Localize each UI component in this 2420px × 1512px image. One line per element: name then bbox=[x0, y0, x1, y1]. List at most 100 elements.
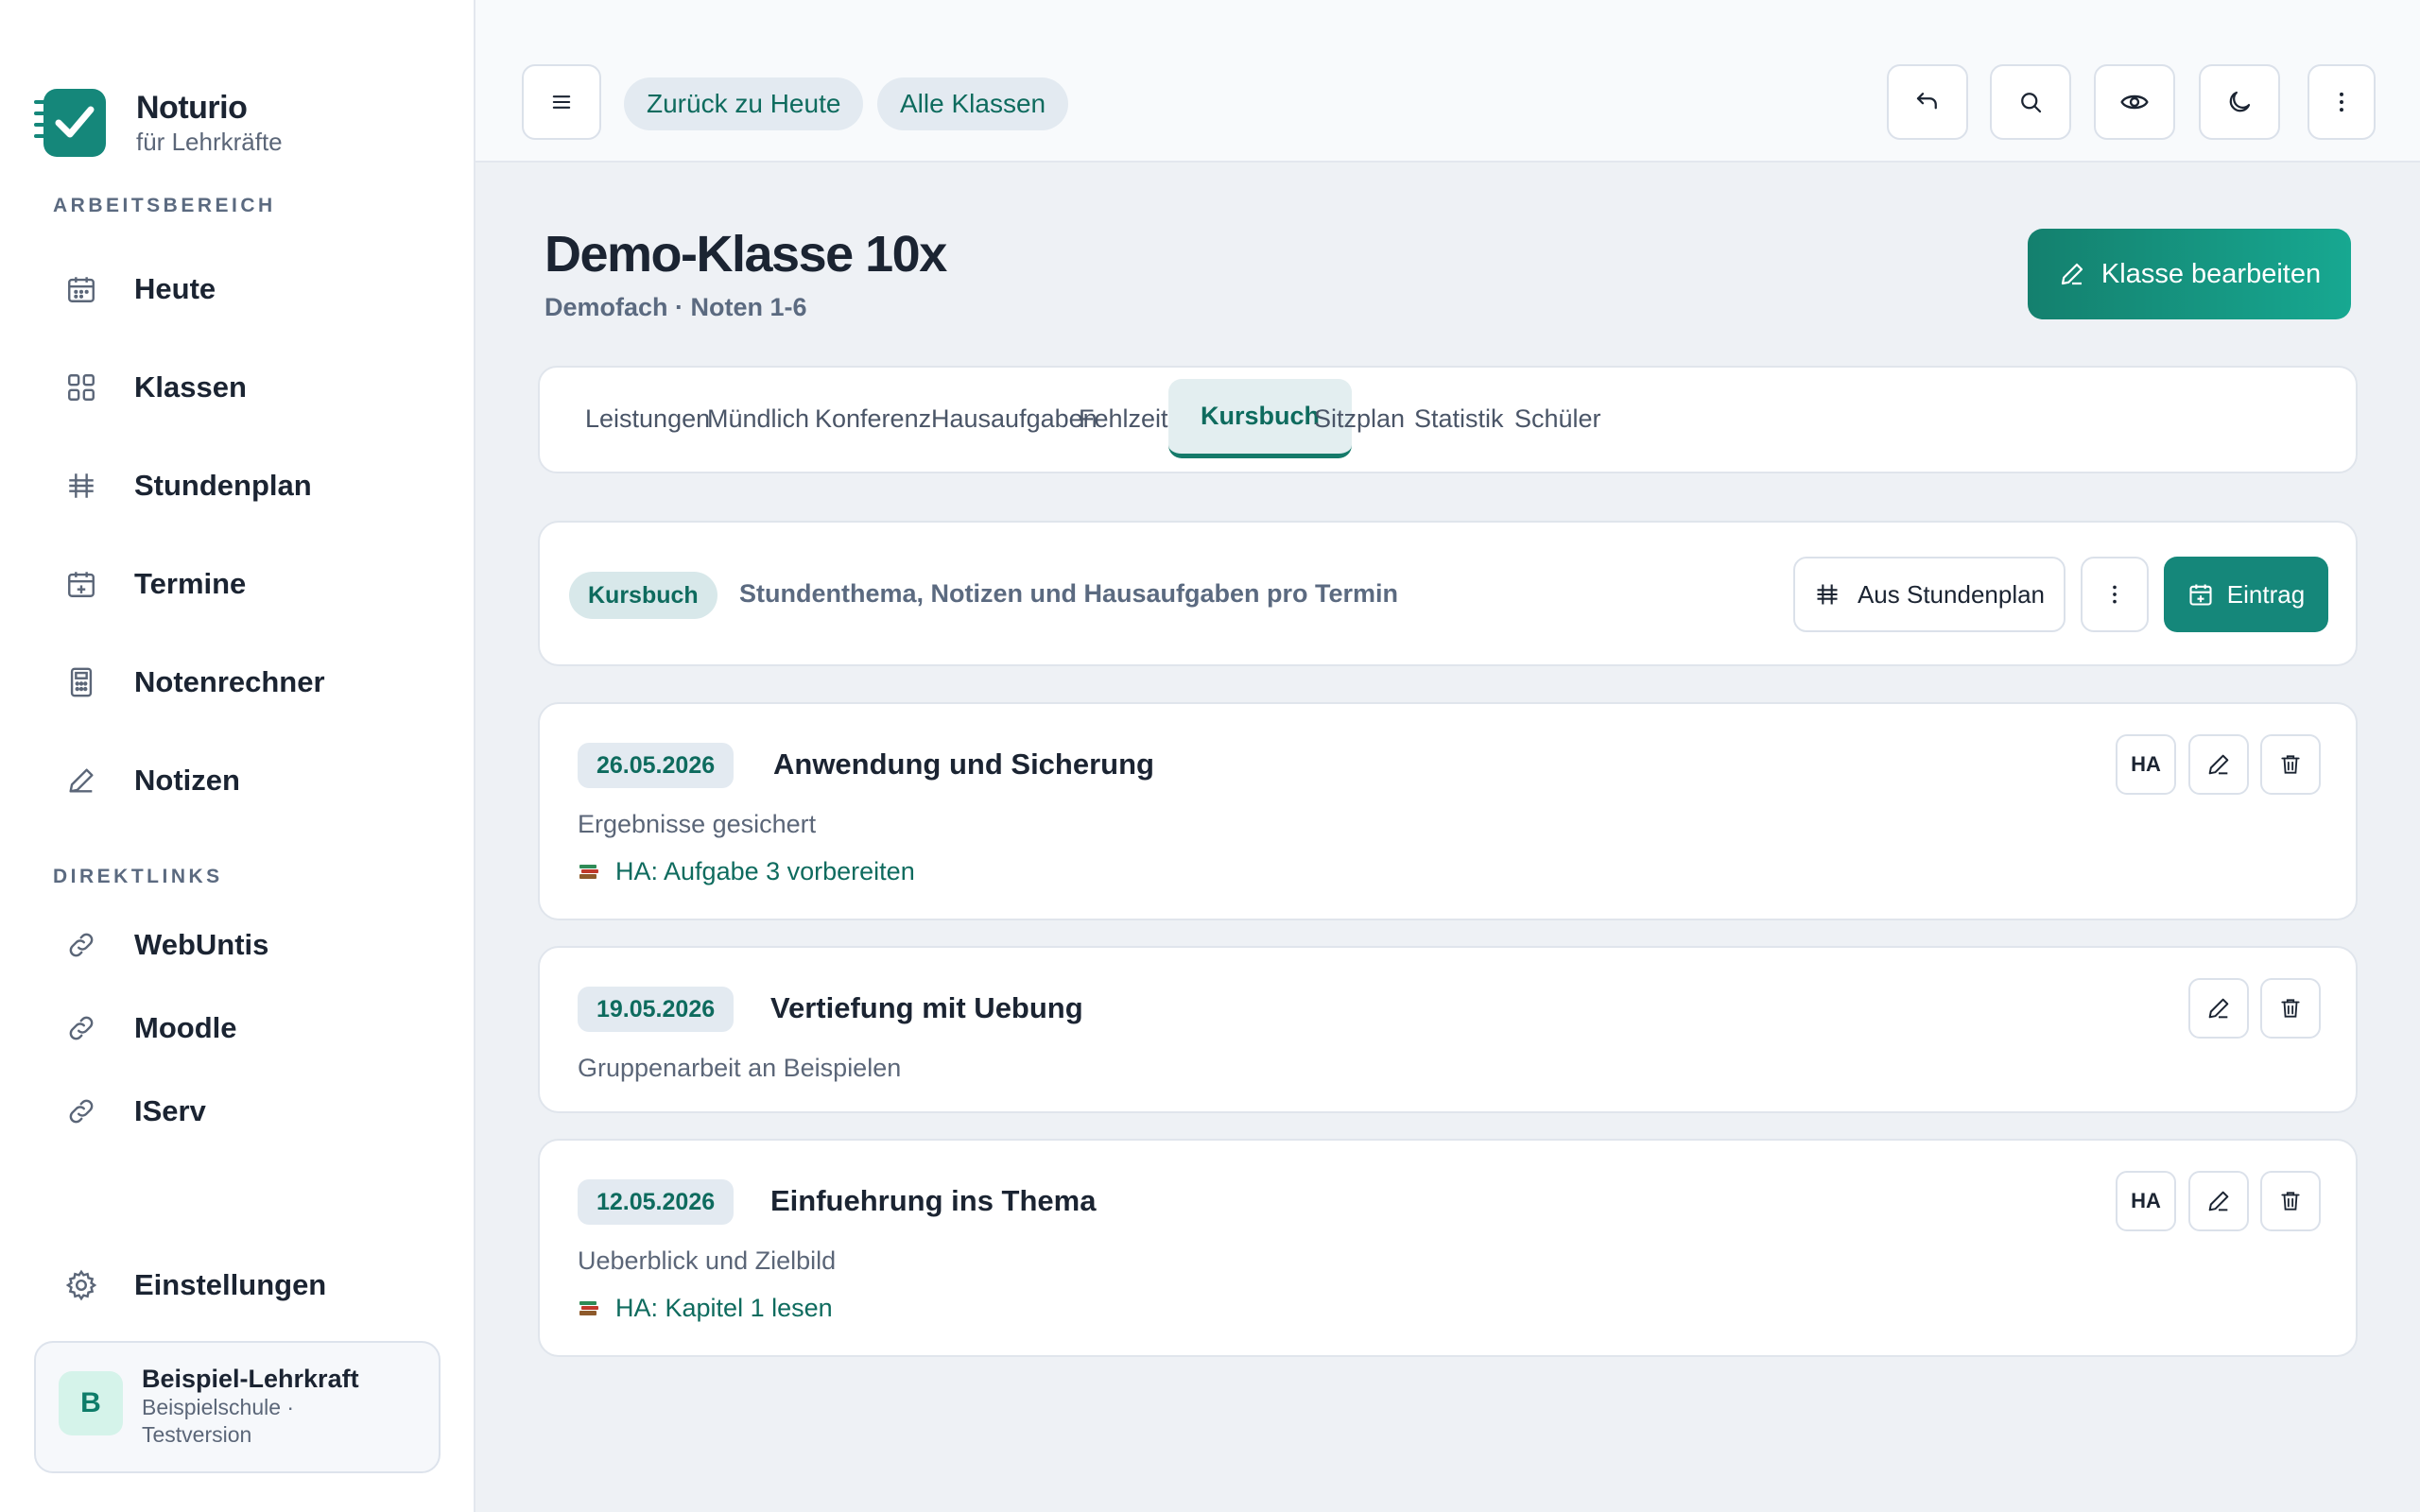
trash-icon bbox=[2278, 752, 2303, 777]
delete-entry-button[interactable] bbox=[2260, 1171, 2321, 1231]
link-icon bbox=[34, 1012, 129, 1044]
sidebar-item-label: Heute bbox=[134, 272, 216, 305]
sidebar-item-stundenplan[interactable]: Stundenplan bbox=[34, 446, 441, 525]
pencil-icon bbox=[34, 765, 129, 797]
edit-entry-button[interactable] bbox=[2188, 1171, 2249, 1231]
link-icon bbox=[34, 929, 129, 961]
pencil-icon bbox=[2205, 751, 2232, 778]
entry-homework-text: HA: Kapitel 1 lesen bbox=[615, 1294, 833, 1322]
entry-title: Einfuehrung ins Thema bbox=[770, 1184, 1097, 1217]
sidebar-item-notizen[interactable]: Notizen bbox=[34, 741, 441, 820]
search-icon bbox=[2016, 88, 2045, 116]
tab-bar: Leistungen Mündlich Konferenz Hausaufgab… bbox=[538, 366, 2358, 473]
kursbuch-entry: 26.05.2026 Anwendung und Sicherung Ergeb… bbox=[538, 702, 2358, 920]
sidebar-link-moodle[interactable]: Moodle bbox=[34, 988, 441, 1068]
calendar-plus-icon bbox=[34, 568, 129, 600]
entry-date: 12.05.2026 bbox=[578, 1179, 735, 1225]
more-options-button[interactable] bbox=[2308, 64, 2376, 140]
dark-mode-button[interactable] bbox=[2199, 64, 2280, 140]
sidebar-item-heute[interactable]: Heute bbox=[34, 249, 441, 329]
entry-date: 19.05.2026 bbox=[578, 987, 735, 1032]
kursbuch-entry: 12.05.2026 Einfuehrung ins Thema Ueberbl… bbox=[538, 1139, 2358, 1357]
entry-homework: HA: Aufgabe 3 vorbereiten bbox=[578, 857, 915, 886]
kursbuch-badge: Kursbuch bbox=[569, 572, 717, 619]
homework-button[interactable]: HA bbox=[2116, 1171, 2176, 1231]
edit-class-button[interactable]: Klasse bearbeiten bbox=[2028, 229, 2351, 319]
add-entry-button[interactable]: Eintrag bbox=[2164, 557, 2328, 632]
edit-entry-button[interactable] bbox=[2188, 734, 2249, 795]
more-vertical-icon bbox=[2328, 89, 2355, 115]
topbar: Zurück zu Heute Alle Klassen bbox=[475, 0, 2420, 163]
timetable-icon bbox=[1814, 581, 1841, 608]
kursbuch-more-button[interactable] bbox=[2081, 557, 2149, 632]
sidebar: Noturio für Lehrkräfte ARBEITSBEREICH He… bbox=[0, 0, 475, 1512]
entry-note: Gruppenarbeit an Beispielen bbox=[578, 1054, 902, 1082]
sidebar-link-webuntis[interactable]: WebUntis bbox=[34, 905, 441, 985]
from-timetable-label: Aus Stundenplan bbox=[1857, 579, 2046, 609]
preview-button[interactable] bbox=[2094, 64, 2175, 140]
entry-note: Ergebnisse gesichert bbox=[578, 810, 817, 838]
sidebar-item-label: Stundenplan bbox=[134, 469, 312, 502]
gear-icon bbox=[34, 1268, 129, 1302]
entry-title: Anwendung und Sicherung bbox=[773, 747, 1154, 781]
sidebar-item-label: Termine bbox=[134, 567, 247, 600]
pencil-icon bbox=[2205, 1188, 2232, 1214]
sidebar-item-label: Notenrechner bbox=[134, 665, 325, 698]
sidebar-link-label: WebUntis bbox=[134, 928, 269, 961]
avatar: B bbox=[59, 1371, 123, 1435]
back-to-today-button[interactable]: Zurück zu Heute bbox=[624, 77, 864, 130]
hamburger-icon bbox=[548, 89, 575, 115]
trash-icon bbox=[2278, 1189, 2303, 1213]
sidebar-item-label: Klassen bbox=[134, 370, 247, 404]
settings-label: Einstellungen bbox=[134, 1268, 327, 1301]
kursbuch-entry: 19.05.2026 Vertiefung mit Uebung Gruppen… bbox=[538, 946, 2358, 1113]
edit-class-label: Klasse bearbeiten bbox=[2100, 258, 2322, 289]
page-subtitle: Demofach · Noten 1-6 bbox=[544, 293, 807, 321]
eye-icon bbox=[2119, 87, 2150, 117]
calendar-icon bbox=[34, 273, 129, 305]
user-card[interactable]: B Beispiel-Lehrkraft Beispielschule · Te… bbox=[34, 1341, 441, 1473]
logo-icon bbox=[34, 87, 108, 159]
timetable-icon bbox=[34, 470, 129, 502]
brand[interactable]: Noturio für Lehrkräfte bbox=[34, 87, 283, 159]
grid-icon bbox=[34, 371, 129, 404]
entry-homework: HA: Kapitel 1 lesen bbox=[578, 1294, 833, 1323]
trash-icon bbox=[2278, 996, 2303, 1021]
sidebar-link-label: Moodle bbox=[134, 1011, 237, 1044]
user-name: Beispiel-Lehrkraft bbox=[142, 1365, 359, 1393]
sidebar-link-label: IServ bbox=[134, 1094, 206, 1127]
entry-date: 26.05.2026 bbox=[578, 743, 735, 788]
delete-entry-button[interactable] bbox=[2260, 978, 2321, 1039]
all-classes-button[interactable]: Alle Klassen bbox=[877, 77, 1069, 130]
edit-entry-button[interactable] bbox=[2188, 978, 2249, 1039]
workspace-section-label: ARBEITSBEREICH bbox=[53, 195, 276, 216]
calendar-plus-icon bbox=[2187, 581, 2214, 608]
sidebar-item-notenrechner[interactable]: Notenrechner bbox=[34, 643, 441, 722]
pencil-icon bbox=[2058, 260, 2101, 288]
homework-button[interactable]: HA bbox=[2116, 734, 2176, 795]
kursbuch-description: Stundenthema, Notizen und Hausaufgaben p… bbox=[739, 579, 1399, 608]
undo-icon bbox=[1913, 88, 1942, 116]
entry-note: Ueberblick und Zielbild bbox=[578, 1246, 837, 1275]
search-button[interactable] bbox=[1990, 64, 2071, 140]
sidebar-item-termine[interactable]: Termine bbox=[34, 544, 441, 624]
books-icon bbox=[578, 1297, 600, 1320]
tab-schueler[interactable]: Schüler bbox=[1482, 379, 1634, 458]
undo-button[interactable] bbox=[1887, 64, 1968, 140]
calculator-icon bbox=[34, 666, 129, 698]
sidebar-item-einstellungen[interactable]: Einstellungen bbox=[34, 1246, 441, 1325]
pencil-icon bbox=[2205, 995, 2232, 1022]
sidebar-link-iserv[interactable]: IServ bbox=[34, 1072, 441, 1151]
add-entry-label: Eintrag bbox=[2226, 579, 2306, 609]
sidebar-item-label: Notizen bbox=[134, 764, 240, 797]
brand-name: Noturio bbox=[136, 90, 248, 126]
link-icon bbox=[34, 1095, 129, 1127]
delete-entry-button[interactable] bbox=[2260, 734, 2321, 795]
brand-subtitle: für Lehrkräfte bbox=[136, 128, 283, 156]
from-timetable-button[interactable]: Aus Stundenplan bbox=[1793, 557, 2066, 632]
menu-button[interactable] bbox=[522, 64, 601, 140]
page-title: Demo-Klasse 10x bbox=[544, 226, 947, 283]
sidebar-item-klassen[interactable]: Klassen bbox=[34, 348, 441, 427]
entry-homework-text: HA: Aufgabe 3 vorbereiten bbox=[615, 857, 915, 885]
books-icon bbox=[578, 861, 600, 884]
